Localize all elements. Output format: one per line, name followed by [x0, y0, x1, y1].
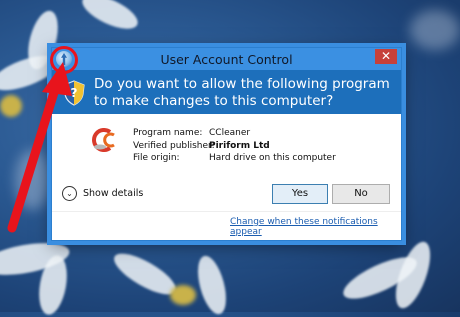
red-arrow-annotation [7, 62, 72, 233]
